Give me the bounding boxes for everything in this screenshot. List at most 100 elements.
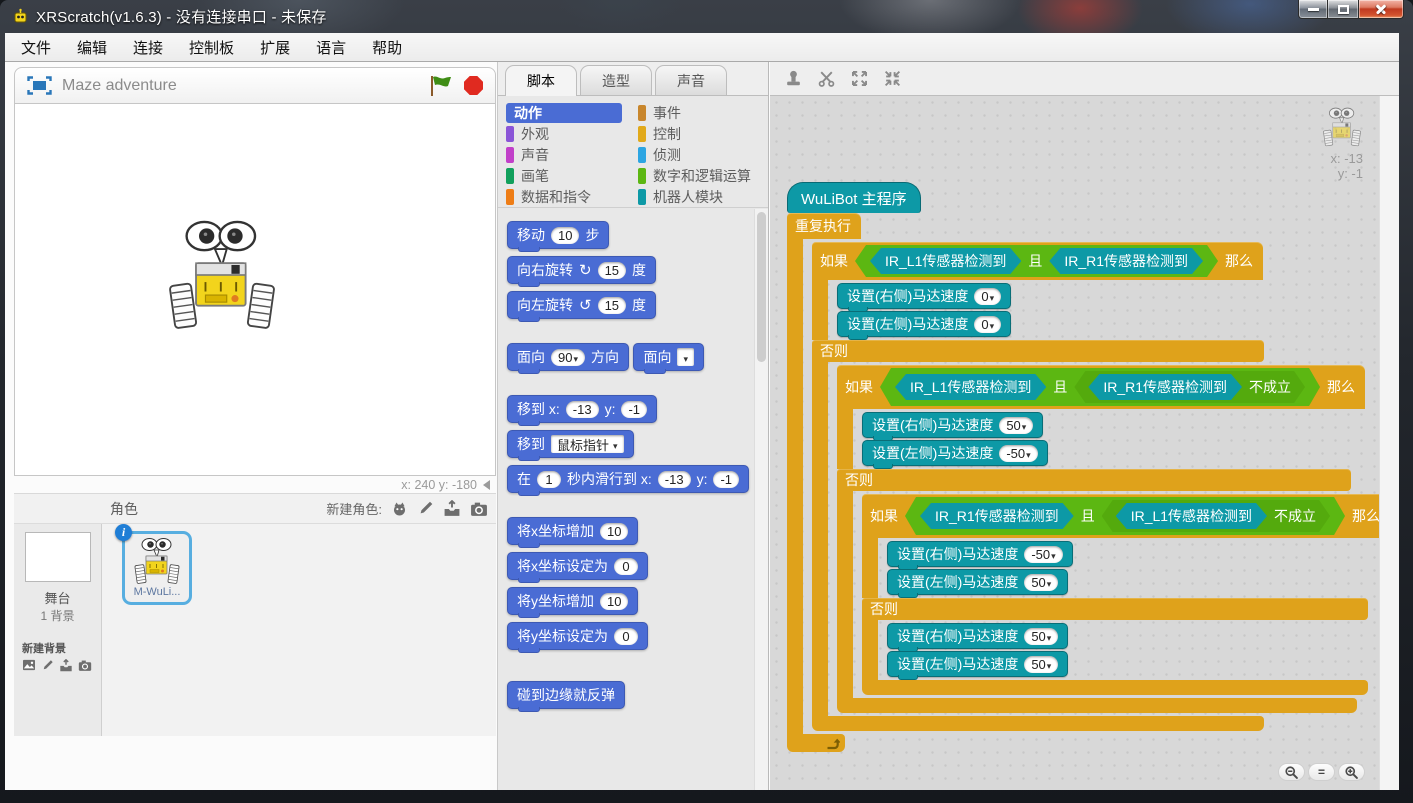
shrink-sprite-icon[interactable] xyxy=(883,69,902,88)
fullscreen-icon[interactable] xyxy=(27,76,52,95)
zoom-out-button[interactable] xyxy=(1278,763,1305,781)
block-bounce-on-edge[interactable]: 碰到边缘就反弹 xyxy=(507,681,625,709)
hat-block-main-program[interactable]: WuLiBot 主程序 xyxy=(787,182,921,213)
sprite-card-wulibot[interactable]: i M-WuLi... xyxy=(122,531,192,605)
minimize-button[interactable] xyxy=(1298,0,1328,19)
goto-target-dropdown[interactable]: 鼠标指针 xyxy=(551,435,624,453)
speed-dropdown[interactable]: 50 xyxy=(1024,574,1058,591)
speed-dropdown[interactable]: 50 xyxy=(1024,656,1058,673)
set-left-motor-block[interactable]: 设置(左侧)马达速度50 xyxy=(887,569,1068,595)
forever-block[interactable]: 重复执行 如果 IR_L1传感器检测到 且 IR_R1传感器检测到 xyxy=(787,213,1390,752)
steps-input[interactable]: 10 xyxy=(551,227,579,244)
dx-input[interactable]: 10 xyxy=(600,523,628,540)
block-glide-to-xy[interactable]: 在1秒内滑行到 x:-13y:-1 xyxy=(507,465,749,493)
degrees-input[interactable]: 15 xyxy=(598,262,626,279)
speed-dropdown[interactable]: 0 xyxy=(974,288,1001,305)
if-else-block-2[interactable]: 如果 IR_L1传感器检测到 且 IR_R1传感器检测到 不成立 xyxy=(837,365,1390,713)
category-looks[interactable]: 外观 xyxy=(506,124,622,144)
category-robot[interactable]: 机器人模块 xyxy=(638,187,751,207)
if3-header[interactable]: 如果 IR_R1传感器检测到 且 IR_L1传感器检测到 xyxy=(862,494,1390,538)
block-set-y[interactable]: 将y坐标设定为0 xyxy=(507,622,648,650)
tab-sounds[interactable]: 声音 xyxy=(655,65,727,95)
menu-item-help[interactable]: 帮助 xyxy=(372,37,402,58)
towards-dropdown[interactable] xyxy=(677,348,694,366)
if2-footer[interactable] xyxy=(837,698,1357,713)
speed-dropdown[interactable]: -50 xyxy=(1024,546,1062,563)
dy-input[interactable]: 10 xyxy=(600,593,628,610)
script-stack[interactable]: WuLiBot 主程序 重复执行 如果 IR_L1传感器检测到 且 xyxy=(787,182,1390,752)
block-set-x[interactable]: 将x坐标设定为0 xyxy=(507,552,648,580)
palette-scrollbar[interactable] xyxy=(754,209,768,790)
block-change-x[interactable]: 将x坐标增加10 xyxy=(507,517,638,545)
set-right-motor-block[interactable]: 设置(右侧)马达速度-50 xyxy=(887,541,1073,567)
category-events[interactable]: 事件 xyxy=(638,103,751,123)
speed-dropdown[interactable]: 50 xyxy=(999,417,1033,434)
backdrop-camera-icon[interactable] xyxy=(78,659,92,672)
menu-item-board[interactable]: 控制板 xyxy=(189,37,234,58)
ir-l1-sensor-block[interactable]: IR_L1传感器检测到 xyxy=(870,248,1021,274)
stage-resize-arrow-icon[interactable] xyxy=(483,480,490,490)
menu-item-edit[interactable]: 编辑 xyxy=(77,37,107,58)
script-vertical-scrollbar[interactable] xyxy=(1379,96,1399,790)
scissors-icon[interactable] xyxy=(817,69,836,88)
menu-item-connect[interactable]: 连接 xyxy=(133,37,163,58)
set-left-motor-block[interactable]: 设置(左侧)马达速度0 xyxy=(837,311,1011,337)
ir-l1-sensor-block[interactable]: IR_L1传感器检测到 xyxy=(895,374,1046,400)
sprite-library-icon[interactable] xyxy=(391,500,408,517)
sprite-info-badge[interactable]: i xyxy=(115,524,132,541)
set-right-motor-block[interactable]: 设置(右侧)马达速度50 xyxy=(862,412,1043,438)
block-point-in-direction[interactable]: 面向90方向 xyxy=(507,343,629,371)
set-left-motor-block[interactable]: 设置(左侧)马达速度50 xyxy=(887,651,1068,677)
grow-sprite-icon[interactable] xyxy=(850,69,869,88)
title-bar[interactable]: XRScratch(v1.6.3) - 没有连接串口 - 未保存 xyxy=(0,0,1413,33)
camera-icon[interactable] xyxy=(470,501,488,517)
block-turn-right[interactable]: 向右旋转↻15度 xyxy=(507,256,656,284)
if-else-block-3[interactable]: 如果 IR_R1传感器检测到 且 IR_L1传感器检测到 xyxy=(862,494,1390,695)
category-motion[interactable]: 动作 xyxy=(506,103,622,123)
and-operator[interactable]: IR_L1传感器检测到 且 IR_R1传感器检测到 xyxy=(855,245,1218,277)
if2-else-divider[interactable]: 否则 xyxy=(837,469,1351,491)
y-input[interactable]: 0 xyxy=(614,628,638,645)
sprite-walle-on-stage[interactable] xyxy=(163,216,281,334)
block-point-towards[interactable]: 面向 xyxy=(633,343,704,371)
block-move-steps[interactable]: 移动10步 xyxy=(507,221,609,249)
ir-r1-sensor-block[interactable]: IR_R1传感器检测到 xyxy=(1049,248,1203,274)
close-button[interactable] xyxy=(1358,0,1404,19)
stamp-icon[interactable] xyxy=(784,69,803,88)
script-canvas[interactable]: x: -13 y: -1 WuLiBot 主程序 重复执行 如果 I xyxy=(770,96,1399,790)
block-goto-xy[interactable]: 移到 x:-13y:-1 xyxy=(507,395,657,423)
speed-dropdown[interactable]: 50 xyxy=(1024,628,1058,645)
category-sound[interactable]: 声音 xyxy=(506,145,622,165)
paintbrush-icon[interactable] xyxy=(417,500,434,517)
if1-footer[interactable] xyxy=(812,716,1264,731)
zoom-reset-button[interactable]: = xyxy=(1308,763,1335,781)
zoom-in-button[interactable] xyxy=(1338,763,1365,781)
block-goto-mouse[interactable]: 移到鼠标指针 xyxy=(507,430,634,458)
backdrop-paint-icon[interactable] xyxy=(41,659,54,672)
set-right-motor-block[interactable]: 设置(右侧)马达速度50 xyxy=(887,623,1068,649)
forever-header[interactable]: 重复执行 xyxy=(787,213,861,239)
if1-header[interactable]: 如果 IR_L1传感器检测到 且 IR_R1传感器检测到 那么 xyxy=(812,242,1263,280)
if1-else-divider[interactable]: 否则 xyxy=(812,340,1264,362)
block-turn-left[interactable]: 向左旋转↺15度 xyxy=(507,291,656,319)
backdrop-library-icon[interactable] xyxy=(22,659,36,671)
if3-else-divider[interactable]: 否则 xyxy=(862,598,1368,620)
ir-r1-sensor-block[interactable]: IR_R1传感器检测到 xyxy=(1088,374,1242,400)
palette-scrollbar-thumb[interactable] xyxy=(757,212,766,362)
y-input[interactable]: -1 xyxy=(621,401,647,418)
secs-input[interactable]: 1 xyxy=(537,471,561,488)
x-input[interactable]: 0 xyxy=(614,558,638,575)
if3-footer[interactable] xyxy=(862,680,1368,695)
not-operator[interactable]: IR_R1传感器检测到 不成立 xyxy=(1074,371,1305,403)
stage-thumbnail[interactable] xyxy=(25,532,91,582)
tab-scripts[interactable]: 脚本 xyxy=(505,65,577,96)
stage-canvas[interactable] xyxy=(14,104,496,476)
if2-header[interactable]: 如果 IR_L1传感器检测到 且 IR_R1传感器检测到 不成立 xyxy=(837,365,1365,409)
speed-dropdown[interactable]: 0 xyxy=(974,316,1001,333)
upload-sprite-icon[interactable] xyxy=(443,500,461,517)
x-input[interactable]: -13 xyxy=(658,471,691,488)
and-operator[interactable]: IR_R1传感器检测到 且 IR_L1传感器检测到 不成立 xyxy=(905,497,1345,535)
speed-dropdown[interactable]: -50 xyxy=(999,445,1037,462)
menu-item-file[interactable]: 文件 xyxy=(21,37,51,58)
x-input[interactable]: -13 xyxy=(566,401,599,418)
